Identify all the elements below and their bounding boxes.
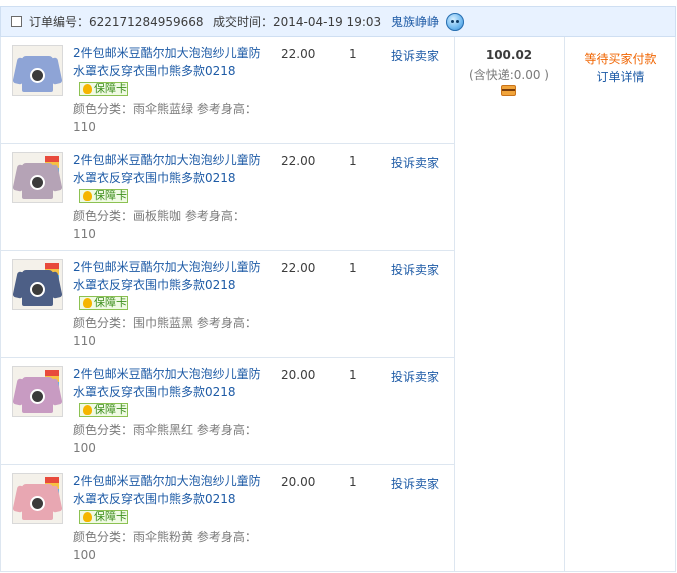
unit-price: 22.00 xyxy=(281,47,316,61)
order-detail-link[interactable]: 订单详情 xyxy=(565,68,676,85)
product-thumbnail[interactable] xyxy=(12,45,63,96)
product-title-link[interactable]: 2件包邮米豆酷尔加大泡泡纱儿童防水罩衣反穿衣围巾熊多款0218 xyxy=(73,258,263,294)
wangwang-icon[interactable] xyxy=(446,13,464,31)
quantity: 1 xyxy=(349,47,357,61)
unit-price: 20.00 xyxy=(281,368,316,382)
complain-seller-link[interactable]: 投诉卖家 xyxy=(391,261,439,278)
order-select-checkbox[interactable] xyxy=(11,16,22,27)
bulb-icon xyxy=(83,298,92,308)
order-status: 等待买家付款 xyxy=(584,52,657,66)
quantity: 1 xyxy=(349,368,357,382)
guarantee-badge-label: 保障卡 xyxy=(94,403,127,416)
unit-price: 20.00 xyxy=(281,475,316,489)
order-total: 100.02 xyxy=(485,48,533,62)
product-title-link[interactable]: 2件包邮米豆酷尔加大泡泡纱儿童防水罩衣反穿衣围巾熊多款0218 xyxy=(73,365,263,401)
order-number-label: 订单编号： xyxy=(29,15,90,29)
product-title-link[interactable]: 2件包邮米豆酷尔加大泡泡纱儿童防水罩衣反穿衣围巾熊多款0218 xyxy=(73,472,263,508)
guarantee-badge[interactable]: 保障卡 xyxy=(79,510,128,524)
guarantee-badge[interactable]: 保障卡 xyxy=(79,82,128,96)
product-thumbnail[interactable] xyxy=(12,152,63,203)
list-item: 2件包邮米豆酷尔加大泡泡纱儿童防水罩衣反穿衣围巾熊多款0218 保障卡 颜色分类… xyxy=(1,37,454,144)
unit-price: 22.00 xyxy=(281,154,316,168)
order-time-label: 成交时间： xyxy=(213,15,274,29)
list-item: 2件包邮米豆酷尔加大泡泡纱儿童防水罩衣反穿衣围巾熊多款0218 保障卡 颜色分类… xyxy=(1,251,454,358)
order-total-column: 100.02 (含快递:0.00 ) xyxy=(454,37,565,571)
order-status-column: 等待买家付款 订单详情 xyxy=(565,37,676,571)
guarantee-badge-label: 保障卡 xyxy=(94,189,127,202)
order-card: 订单编号： 622171284959668 成交时间： 2014-04-19 1… xyxy=(0,6,676,572)
list-item: 2件包邮米豆酷尔加大泡泡纱儿童防水罩衣反穿衣围巾熊多款0218 保障卡 颜色分类… xyxy=(1,144,454,251)
bulb-icon xyxy=(83,84,92,94)
order-number: 622171284959668 xyxy=(89,15,204,29)
card-icon[interactable] xyxy=(501,85,516,96)
product-thumbnail[interactable] xyxy=(12,473,63,524)
product-title-link[interactable]: 2件包邮米豆酷尔加大泡泡纱儿童防水罩衣反穿衣围巾熊多款0218 xyxy=(73,44,263,80)
unit-price: 22.00 xyxy=(281,261,316,275)
bulb-icon xyxy=(83,191,92,201)
product-attributes: 颜色分类：画板熊咖 参考身高：110 xyxy=(73,209,245,241)
order-header: 订单编号： 622171284959668 成交时间： 2014-04-19 1… xyxy=(0,6,676,37)
product-attributes: 颜色分类：雨伞熊蓝绿 参考身高：110 xyxy=(73,102,257,134)
complain-seller-link[interactable]: 投诉卖家 xyxy=(391,475,439,492)
complain-seller-link[interactable]: 投诉卖家 xyxy=(391,47,439,64)
product-title-link[interactable]: 2件包邮米豆酷尔加大泡泡纱儿童防水罩衣反穿衣围巾熊多款0218 xyxy=(73,151,263,187)
item-list: 2件包邮米豆酷尔加大泡泡纱儿童防水罩衣反穿衣围巾熊多款0218 保障卡 颜色分类… xyxy=(1,37,455,571)
guarantee-badge[interactable]: 保障卡 xyxy=(79,189,128,203)
product-thumbnail[interactable] xyxy=(12,259,63,310)
complain-seller-link[interactable]: 投诉卖家 xyxy=(391,154,439,171)
order-time: 2014-04-19 19:03 xyxy=(273,15,382,29)
guarantee-badge-label: 保障卡 xyxy=(94,510,127,523)
shipping-fee: (含快递:0.00 ) xyxy=(469,68,549,82)
product-attributes: 颜色分类：围巾熊蓝黑 参考身高：110 xyxy=(73,316,257,348)
bulb-icon xyxy=(83,405,92,415)
bulb-icon xyxy=(83,512,92,522)
guarantee-badge[interactable]: 保障卡 xyxy=(79,296,128,310)
product-attributes: 颜色分类：雨伞熊黑红 参考身高：100 xyxy=(73,423,257,455)
seller-link[interactable]: 鬼族峥峥 xyxy=(391,15,439,30)
product-attributes: 颜色分类：雨伞熊粉黄 参考身高：100 xyxy=(73,530,257,562)
guarantee-badge-label: 保障卡 xyxy=(94,82,127,95)
quantity: 1 xyxy=(349,261,357,275)
quantity: 1 xyxy=(349,154,357,168)
guarantee-badge-label: 保障卡 xyxy=(94,296,127,309)
list-item: 2件包邮米豆酷尔加大泡泡纱儿童防水罩衣反穿衣围巾熊多款0218 保障卡 颜色分类… xyxy=(1,358,454,465)
complain-seller-link[interactable]: 投诉卖家 xyxy=(391,368,439,385)
product-thumbnail[interactable] xyxy=(12,366,63,417)
list-item: 2件包邮米豆酷尔加大泡泡纱儿童防水罩衣反穿衣围巾熊多款0218 保障卡 颜色分类… xyxy=(1,465,454,571)
order-body: 2件包邮米豆酷尔加大泡泡纱儿童防水罩衣反穿衣围巾熊多款0218 保障卡 颜色分类… xyxy=(0,37,676,572)
quantity: 1 xyxy=(349,475,357,489)
guarantee-badge[interactable]: 保障卡 xyxy=(79,403,128,417)
